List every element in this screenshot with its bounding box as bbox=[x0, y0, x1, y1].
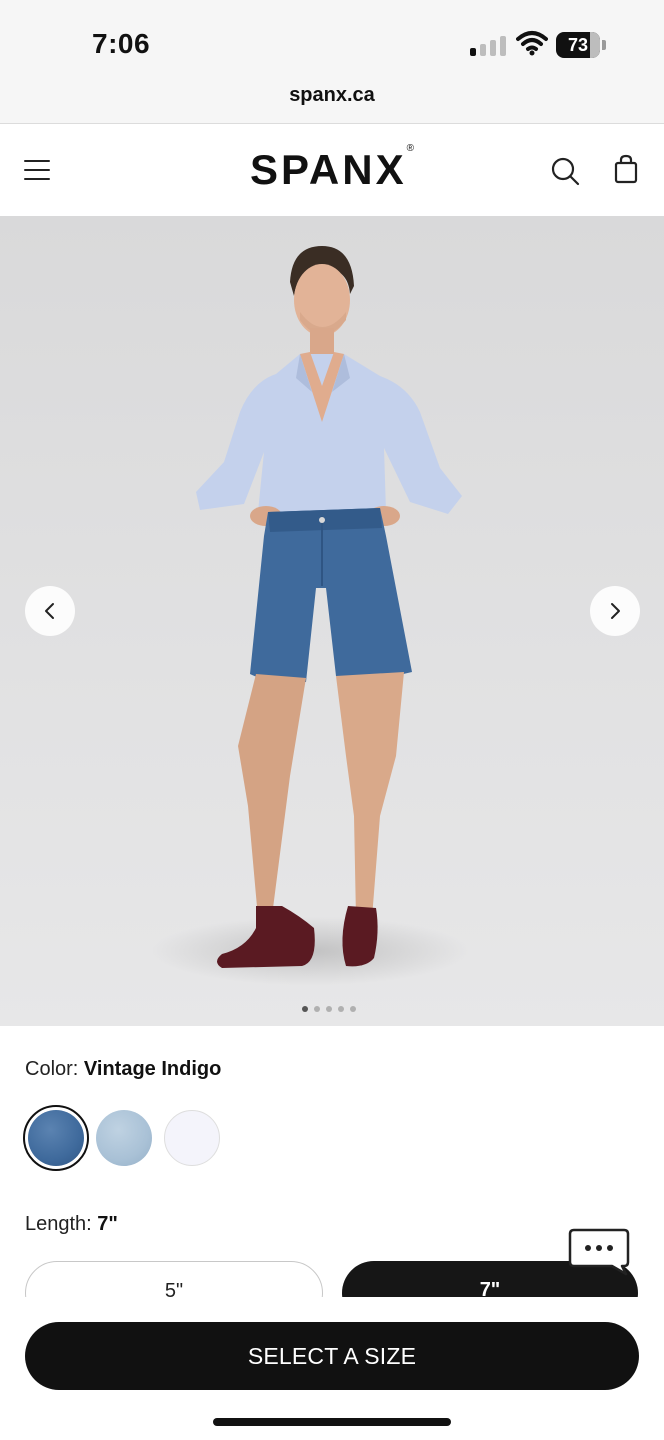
carousel-dot[interactable] bbox=[314, 1006, 320, 1012]
logo-text: SPANX bbox=[250, 146, 407, 193]
carousel-dot[interactable] bbox=[338, 1006, 344, 1012]
product-photo-model bbox=[196, 246, 462, 968]
color-selection-label: Color: Vintage Indigo bbox=[25, 1058, 221, 1081]
swatch-white[interactable] bbox=[164, 1110, 220, 1166]
carousel-pagination bbox=[302, 1006, 362, 1014]
status-time: 7:06 bbox=[92, 28, 151, 59]
bag-icon[interactable] bbox=[614, 154, 638, 184]
product-image-carousel[interactable] bbox=[0, 216, 664, 1026]
site-header: SPANX® bbox=[0, 124, 664, 216]
carousel-dot[interactable] bbox=[350, 1006, 356, 1012]
chat-icon[interactable] bbox=[568, 1226, 632, 1278]
swatch-vintage-indigo[interactable] bbox=[28, 1110, 84, 1166]
wifi-icon bbox=[516, 31, 548, 56]
swatch-light-wash[interactable] bbox=[96, 1110, 152, 1166]
chevron-right-icon bbox=[611, 603, 620, 619]
length-value: 7" bbox=[97, 1213, 118, 1235]
carousel-prev-button[interactable] bbox=[25, 586, 75, 636]
select-size-button[interactable]: SELECT A SIZE bbox=[25, 1322, 639, 1390]
cellular-signal-icon bbox=[470, 34, 506, 56]
status-bar: 7:06 73 spanx.ca bbox=[0, 0, 664, 124]
color-value: Vintage Indigo bbox=[83, 1058, 222, 1080]
search-icon[interactable] bbox=[550, 156, 580, 186]
length-options: 5" 7" bbox=[0, 1255, 664, 1297]
battery-icon: 73 bbox=[556, 32, 606, 58]
length-option-5[interactable]: 5" bbox=[25, 1261, 323, 1297]
registered-mark: ® bbox=[406, 143, 414, 154]
length-selection-label: Length: 7" bbox=[25, 1213, 118, 1236]
chevron-left-icon bbox=[45, 603, 54, 619]
carousel-next-button[interactable] bbox=[590, 586, 640, 636]
address-bar-url[interactable]: spanx.ca bbox=[0, 84, 664, 107]
battery-level: 73 bbox=[567, 35, 589, 55]
length-label: Length: bbox=[25, 1213, 92, 1235]
carousel-dot[interactable] bbox=[326, 1006, 332, 1012]
carousel-dot[interactable] bbox=[302, 1006, 308, 1012]
home-indicator bbox=[213, 1418, 451, 1426]
color-label: Color: bbox=[25, 1058, 79, 1080]
